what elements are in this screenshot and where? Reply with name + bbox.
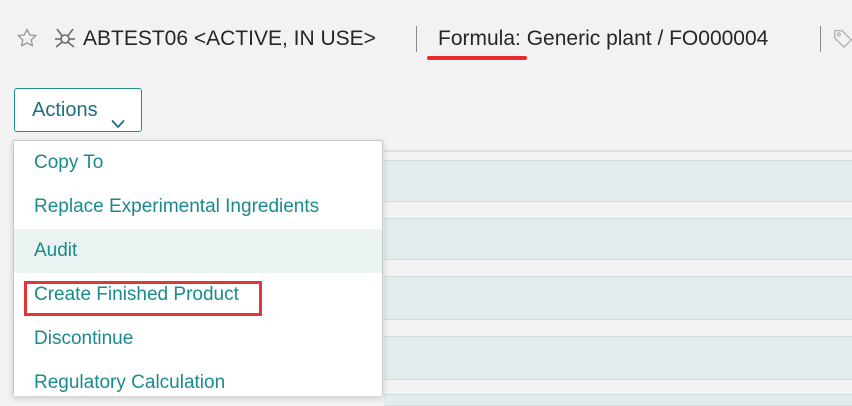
- menu-item-create-finished-product[interactable]: Create Finished Product: [14, 273, 382, 317]
- formula-value: : Generic plant / FO000004: [515, 27, 769, 50]
- record-header: ABTEST06 <ACTIVE, IN USE> Formula: Gener…: [0, 0, 852, 78]
- menu-item-regulatory-calculation[interactable]: Regulatory Calculation: [14, 361, 382, 396]
- menu-item-label: Copy To: [34, 152, 104, 173]
- grid-row[interactable]: [384, 218, 852, 260]
- grid-divider: [384, 150, 852, 152]
- annotation-underline: [427, 56, 527, 60]
- grid-row[interactable]: [384, 336, 852, 380]
- menu-item-replace-experimental-ingredients[interactable]: Replace Experimental Ingredients: [14, 185, 382, 229]
- menu-item-label: Create Finished Product: [34, 284, 239, 305]
- menu-item-label: Regulatory Calculation: [34, 372, 226, 393]
- actions-button[interactable]: Actions: [14, 88, 142, 132]
- record-title: ABTEST06 <ACTIVE, IN USE>: [83, 27, 376, 50]
- actions-menu: Copy To Replace Experimental Ingredients…: [13, 140, 383, 396]
- grid-row[interactable]: [384, 160, 852, 202]
- header-divider: [820, 26, 821, 52]
- formula-grid: [384, 150, 852, 406]
- menu-item-discontinue[interactable]: Discontinue: [14, 317, 382, 361]
- chevron-down-icon: [111, 103, 125, 128]
- grid-row[interactable]: [384, 276, 852, 320]
- menu-item-copy-to[interactable]: Copy To: [14, 141, 382, 185]
- menu-item-label: Audit: [34, 240, 78, 261]
- menu-item-label: Discontinue: [34, 328, 134, 349]
- menu-item-label: Replace Experimental Ingredients: [34, 196, 320, 217]
- formula-key: Formula: [438, 27, 516, 50]
- star-icon[interactable]: [16, 27, 38, 49]
- node-icon: [53, 26, 77, 50]
- formula-label: Formula: Generic plant / FO000004: [438, 25, 768, 53]
- menu-item-audit[interactable]: Audit: [14, 229, 382, 273]
- tag-icon[interactable]: [832, 27, 852, 49]
- header-divider: [416, 26, 417, 52]
- actions-button-label: Actions: [32, 99, 98, 121]
